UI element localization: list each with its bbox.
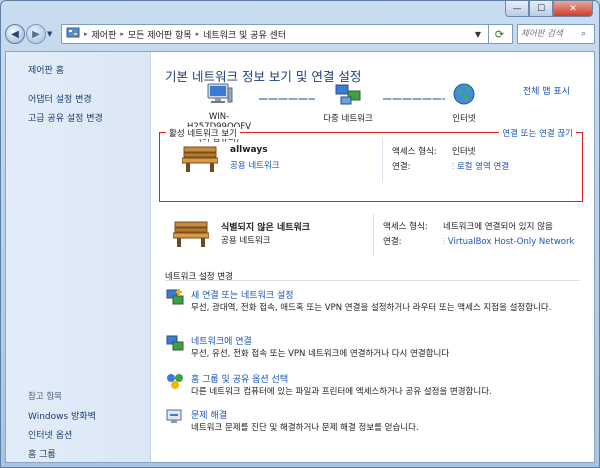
troubleshoot-link[interactable]: 문제 해결 [191, 408, 227, 421]
connection: 연결: ⫶ 로컬 영역 연결 [392, 162, 510, 172]
troubleshoot-icon [165, 408, 185, 429]
back-button[interactable]: ◀ [5, 24, 25, 44]
homegroup-icon [165, 372, 185, 393]
homegroup-link[interactable]: 홈 그룹 및 공유 옵션 선택 [191, 372, 288, 385]
navigation-bar: ◀ ▶ ▼ ▸ 제어판 ▸ 모든 제어판 항목 ▸ 네트워크 및 공유 센터 ▼… [5, 23, 595, 45]
address-dropdown-icon[interactable]: ▼ [470, 26, 486, 42]
sidebar-item-advanced-sharing[interactable]: 고급 공유 설정 변경 [6, 108, 150, 127]
search-box[interactable]: ⌕ [517, 24, 595, 44]
sidebar-item-control-panel-home[interactable]: 제어판 홈 [6, 60, 150, 79]
see-also-item-internet-options[interactable]: 인터넷 옵션 [6, 425, 150, 444]
network-type-link[interactable]: 공용 네트워크 [230, 159, 280, 171]
connect-network-icon [165, 334, 185, 355]
map-node-internet[interactable]: 인터넷 [439, 82, 489, 124]
minimize-button[interactable]: — [505, 1, 529, 17]
connect-network-link[interactable]: 네트워크에 연결 [191, 334, 252, 347]
network-row: 식별되지 않은 네트워크 공용 네트워크 액세스 형식: 네트워크에 연결되어 있… [151, 208, 591, 264]
see-also-item-firewall[interactable]: Windows 방화벽 [6, 406, 150, 425]
sidebar: 제어판 홈 어댑터 설정 변경 고급 공유 설정 변경 참고 항목 Window… [6, 52, 151, 462]
forward-button[interactable]: ▶ [26, 24, 46, 44]
task-description: 네트워크 문제를 진단 및 해결하거나 문제 해결 정보를 얻습니다. [191, 423, 419, 433]
refresh-icon[interactable]: ⟳ [488, 24, 510, 44]
virtualbox-connection-link[interactable]: VirtualBox Host-Only Network [448, 237, 575, 247]
window-controls: — ☐ ✕ [505, 1, 593, 17]
history-dropdown-icon[interactable]: ▼ [47, 30, 57, 38]
breadcrumb-separator: ▸ [120, 30, 124, 38]
globe-icon [439, 82, 489, 109]
local-area-connection-link[interactable]: 로컬 영역 연결 [457, 162, 509, 172]
new-connection-icon [165, 288, 185, 309]
internet-label: 인터넷 [452, 114, 476, 124]
scrollbar[interactable] [585, 52, 594, 462]
breadcrumb-item-network-center[interactable]: 네트워크 및 공유 센터 [203, 28, 286, 41]
search-input[interactable] [521, 29, 581, 39]
maximize-button[interactable]: ☐ [529, 1, 553, 17]
see-also-list: Windows 방화벽 인터넷 옵션 홈 그룹 [6, 406, 150, 463]
active-networks-section: 활성 네트워크 보기 연결 또는 연결 끊기 allways 공용 네트워크 액… [159, 127, 583, 202]
window: — ☐ ✕ ◀ ▶ ▼ ▸ 제어판 ▸ 모든 제어판 항목 ▸ 네트워크 및 공… [0, 0, 600, 468]
network-row: allways 공용 네트워크 액세스 형식: 인터넷 연결: ⫶ 로컬 영역 연결 [160, 133, 599, 189]
sidebar-item-adapter-settings[interactable]: 어댑터 설정 변경 [6, 89, 150, 108]
network-type-label: 공용 네트워크 [221, 236, 271, 246]
network-name: allways [230, 145, 268, 155]
map-connector [259, 98, 315, 100]
breadcrumb-separator: ▸ [84, 30, 88, 38]
divider [373, 214, 374, 256]
map-node-multiple-networks[interactable]: 다중 네트워크 [311, 82, 385, 124]
see-also-heading: 참고 항목 [28, 392, 62, 402]
connection: 연결: ⫶ VirtualBox Host-Only Network [383, 237, 575, 247]
computer-icon [179, 82, 259, 109]
access-type: 액세스 형식: 인터넷 [392, 147, 476, 157]
address-bar[interactable]: ▸ 제어판 ▸ 모든 제어판 항목 ▸ 네트워크 및 공유 센터 ▼ ⟳ [61, 24, 513, 44]
task-description: 다른 네트워크 컴퓨터에 있는 파일과 프린터에 액세스하거나 공유 설정을 변… [191, 387, 492, 397]
divider [165, 280, 580, 281]
see-also-item-homegroup[interactable]: 홈 그룹 [6, 444, 150, 463]
task-description: 무선, 유선, 전화 접속 또는 VPN 네트워크에 연결하거나 다시 연결합니… [191, 349, 450, 359]
search-icon[interactable]: ⌕ [581, 29, 586, 39]
network-name: 식별되지 않은 네트워크 [221, 223, 311, 233]
content-frame: 제어판 홈 어댑터 설정 변경 고급 공유 설정 변경 참고 항목 Window… [5, 51, 595, 463]
breadcrumb-item-all-items[interactable]: 모든 제어판 항목 [128, 28, 192, 41]
map-connector [383, 98, 445, 100]
close-button[interactable]: ✕ [553, 1, 593, 17]
new-connection-link[interactable]: 새 연결 또는 네트워크 설정 [191, 288, 294, 301]
breadcrumb-separator: ▸ [195, 30, 200, 38]
task-description: 무선, 광대역, 전화 접속, 애드혹 또는 VPN 연결을 설정하거나 라우터… [191, 303, 552, 313]
public-network-icon[interactable] [181, 143, 219, 176]
control-panel-icon [66, 27, 80, 42]
multiple-networks-icon [311, 82, 385, 109]
public-network-icon[interactable] [172, 218, 210, 251]
main-panel: 기본 네트워크 정보 보기 및 연결 설정 전체 맵 표시 WIN-H257D9… [151, 52, 594, 462]
access-type: 액세스 형식: 네트워크에 연결되어 있지 않음 [383, 222, 553, 232]
multiple-networks-label: 다중 네트워크 [323, 114, 373, 124]
divider [382, 139, 383, 181]
breadcrumb-item-control-panel[interactable]: 제어판 [92, 28, 117, 41]
